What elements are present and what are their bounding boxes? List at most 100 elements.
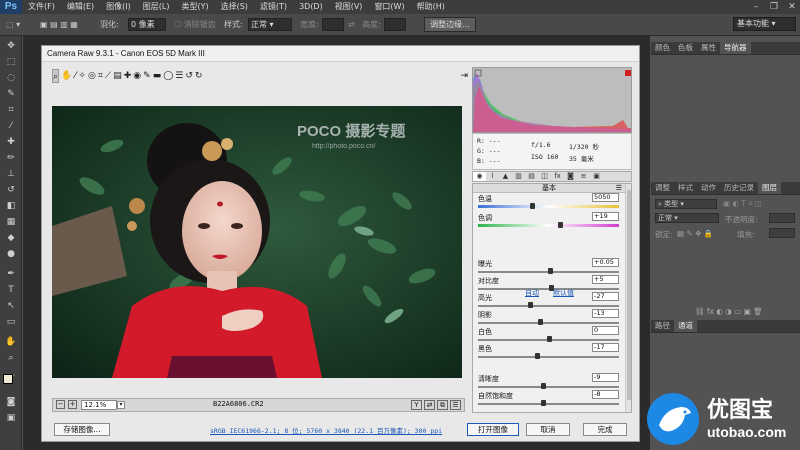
- spot-removal-icon[interactable]: ✚: [124, 69, 132, 83]
- menu-view[interactable]: 视图(V): [329, 0, 369, 14]
- screen-mode-icon[interactable]: ▣: [4, 412, 18, 424]
- slider-track[interactable]: [478, 305, 619, 307]
- swap-before-after-icon[interactable]: ⇄: [424, 400, 435, 410]
- blur-tool-icon[interactable]: ◆: [4, 232, 18, 244]
- fill-input[interactable]: [769, 228, 795, 238]
- clone-stamp-tool-icon[interactable]: ⊥: [4, 168, 18, 180]
- slider-thumb[interactable]: [540, 400, 546, 406]
- slider-value-input[interactable]: -9: [592, 373, 619, 382]
- transform-icon[interactable]: ▤: [113, 69, 122, 83]
- image-preview[interactable]: POCO 摄影专题 http://photo.poco.cn/: [52, 106, 462, 378]
- tab-navigator[interactable]: 导航器: [720, 42, 751, 54]
- color-sampler-icon[interactable]: ✧: [78, 69, 86, 83]
- menu-type[interactable]: 类型(Y): [175, 0, 214, 14]
- slider-value-input[interactable]: +5: [592, 275, 619, 284]
- tone-curve-tab-icon[interactable]: ⌇: [486, 172, 499, 181]
- zoom-level-select[interactable]: 12.1%: [81, 400, 117, 410]
- tab-layers[interactable]: 图层: [758, 182, 781, 194]
- slider-value-input[interactable]: 5050: [592, 193, 619, 202]
- lasso-tool-icon[interactable]: ◌: [4, 72, 18, 84]
- type-tool-icon[interactable]: T: [4, 284, 18, 296]
- path-select-tool-icon[interactable]: ↖: [4, 300, 18, 312]
- preferences-icon[interactable]: ☰: [175, 69, 183, 83]
- adjustment-brush-icon[interactable]: ✎: [143, 69, 151, 83]
- detail-tab-icon[interactable]: ▲: [499, 172, 512, 181]
- slider-track[interactable]: [478, 322, 619, 324]
- straighten-icon[interactable]: ⟋: [105, 69, 111, 83]
- done-button[interactable]: 完成: [583, 423, 627, 436]
- effects-tab-icon[interactable]: fx: [551, 172, 564, 181]
- menu-help[interactable]: 帮助(H): [411, 0, 451, 14]
- tab-swatches[interactable]: 色板: [674, 42, 697, 54]
- basic-tab-icon[interactable]: ◉: [473, 172, 486, 181]
- menu-select[interactable]: 选择(S): [215, 0, 254, 14]
- feather-input[interactable]: 0 像素: [128, 18, 166, 31]
- slider-thumb[interactable]: [557, 222, 563, 228]
- tab-channels[interactable]: 通道: [674, 320, 697, 332]
- menu-file[interactable]: 文件(F): [22, 0, 61, 14]
- restore-button[interactable]: ❐: [766, 0, 782, 14]
- style-select[interactable]: 正常 ▾: [248, 18, 292, 31]
- camera-calibration-tab-icon[interactable]: ◙: [564, 172, 577, 181]
- snapshots-tab-icon[interactable]: ▣: [590, 172, 603, 181]
- workspace-select[interactable]: 基本功能 ▾: [733, 17, 796, 31]
- open-image-button[interactable]: 打开图像: [467, 423, 519, 436]
- fullscreen-toggle-icon[interactable]: ⇥: [460, 69, 468, 83]
- move-tool-icon[interactable]: ✥: [4, 40, 18, 52]
- layer-filter-icons[interactable]: ▣ ◐ T ⌗ ◫: [723, 199, 762, 209]
- close-window-button[interactable]: ✕: [784, 0, 800, 14]
- slider-thumb[interactable]: [538, 319, 544, 325]
- tab-styles[interactable]: 样式: [674, 182, 697, 194]
- slider-track[interactable]: [478, 356, 619, 358]
- toggle-settings-icon[interactable]: ☰: [450, 400, 461, 410]
- zoom-out-button[interactable]: −: [56, 400, 65, 409]
- tab-color[interactable]: 颜色: [651, 42, 674, 54]
- radial-filter-icon[interactable]: ◯: [163, 69, 173, 83]
- menu-edit[interactable]: 编辑(E): [61, 0, 100, 14]
- slider-thumb[interactable]: [528, 302, 534, 308]
- tab-actions[interactable]: 动作: [697, 182, 720, 194]
- slider-thumb[interactable]: [535, 353, 541, 359]
- targeted-adjustment-icon[interactable]: ◎: [88, 69, 96, 83]
- slider-thumb[interactable]: [540, 383, 546, 389]
- layer-kind-filter[interactable]: ⌕ 类型 ▾: [655, 199, 717, 209]
- slider-value-input[interactable]: -27: [592, 292, 619, 301]
- width-input[interactable]: [322, 18, 344, 31]
- zoom-dropdown-icon[interactable]: ▾: [117, 401, 125, 409]
- split-toning-tab-icon[interactable]: ▤: [525, 172, 538, 181]
- history-brush-tool-icon[interactable]: ↺: [4, 184, 18, 196]
- workflow-options-link[interactable]: sRGB IEC61966-2.1; 8 位; 5760 x 3840 (22.…: [210, 425, 442, 435]
- minimize-button[interactable]: –: [748, 0, 764, 14]
- before-after-icon[interactable]: Y: [411, 400, 422, 410]
- scrollbar-thumb[interactable]: [627, 190, 631, 400]
- slider-gradient-track[interactable]: [478, 205, 619, 208]
- marquee-tool-icon[interactable]: ⬚: [4, 56, 18, 68]
- quick-mask-icon[interactable]: ◙: [4, 396, 18, 408]
- zoom-tool-icon[interactable]: ⌕: [4, 352, 18, 364]
- white-balance-icon[interactable]: ⁄: [74, 69, 77, 83]
- crop-icon[interactable]: ⌗: [98, 69, 103, 83]
- menu-image[interactable]: 图像(I): [100, 0, 137, 14]
- menu-layer[interactable]: 图层(L): [137, 0, 176, 14]
- panel-menu-icon[interactable]: ☰: [616, 184, 622, 193]
- lens-tab-icon[interactable]: ◫: [538, 172, 551, 181]
- brush-tool-icon[interactable]: ✏: [4, 152, 18, 164]
- highlight-clipping-warning[interactable]: [625, 70, 631, 76]
- lock-icons[interactable]: ▦ ✎ ✥ 🔒: [677, 229, 713, 238]
- panel-scrollbar[interactable]: [625, 184, 631, 412]
- slider-value-input[interactable]: 0: [592, 326, 619, 335]
- slider-thumb[interactable]: [547, 268, 553, 274]
- slider-thumb[interactable]: [546, 336, 552, 342]
- graduated-filter-icon[interactable]: ▬: [153, 69, 162, 83]
- default-link[interactable]: 默认值: [553, 288, 574, 298]
- slider-gradient-track[interactable]: [478, 224, 619, 227]
- copy-settings-icon[interactable]: ⧉: [437, 400, 448, 410]
- tab-adjustments[interactable]: 调整: [651, 182, 674, 194]
- opacity-input[interactable]: [769, 213, 795, 223]
- zoom-in-button[interactable]: +: [68, 400, 77, 409]
- save-image-button[interactable]: 存储图像...: [54, 423, 110, 436]
- healing-brush-tool-icon[interactable]: ✚: [4, 136, 18, 148]
- eraser-tool-icon[interactable]: ◧: [4, 200, 18, 212]
- hand-tool-icon[interactable]: ✋: [4, 336, 18, 348]
- cancel-button[interactable]: 取消: [526, 423, 570, 436]
